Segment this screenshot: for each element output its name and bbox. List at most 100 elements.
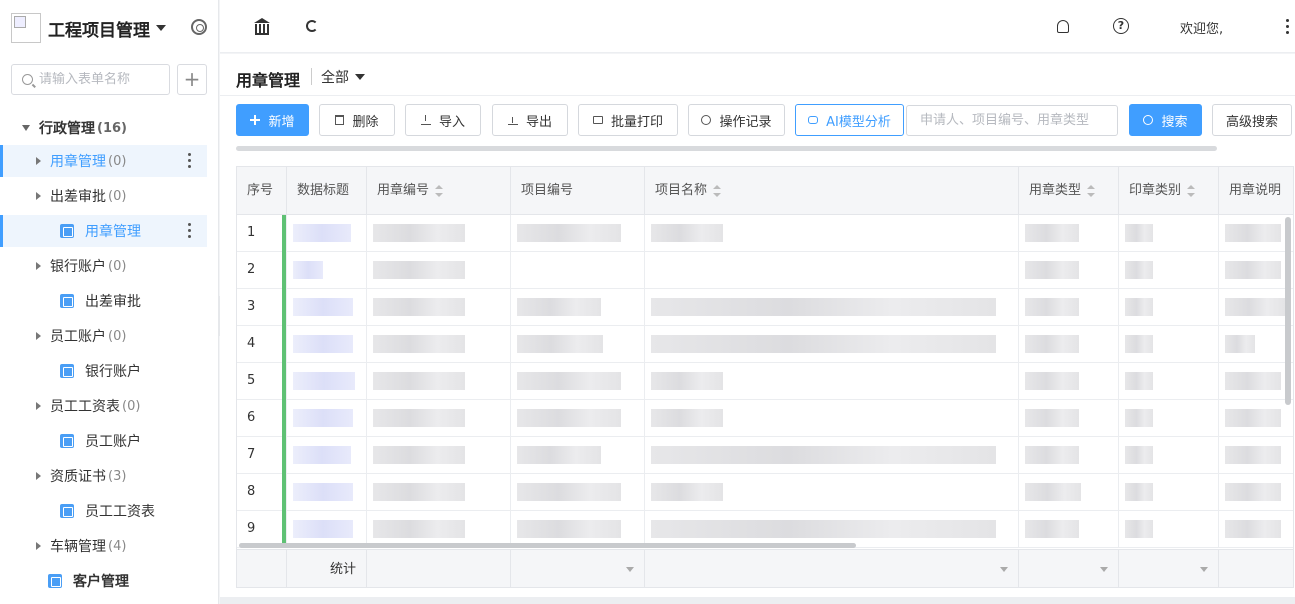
export-button[interactable]: 导出	[492, 104, 568, 136]
sort-icon[interactable]	[1187, 184, 1196, 197]
table-cell	[1019, 326, 1119, 362]
nav-form-seal[interactable]: 用章管理	[0, 215, 207, 247]
table-cell	[1219, 252, 1293, 288]
nav-group-count: (16)	[97, 120, 127, 136]
bell-icon[interactable]	[1057, 20, 1069, 33]
table-row[interactable]: 4	[237, 326, 1293, 363]
nav-folder-label: 出差审批	[50, 189, 106, 205]
footer-agg-select[interactable]	[511, 550, 645, 587]
table-cell	[645, 289, 1019, 325]
nav-folder-salary[interactable]: 员工工资表 (0)	[0, 390, 207, 422]
nav-folder-count: (3)	[108, 468, 127, 484]
col-header-description: 用章说明	[1219, 167, 1293, 215]
caret-down-icon	[22, 125, 30, 131]
row-seq-number: 1	[247, 225, 256, 240]
nav-folder-vehicle[interactable]: 车辆管理 (4)	[0, 530, 207, 562]
col-header-title: 数据标题	[287, 167, 367, 215]
add-form-button[interactable]: +	[177, 64, 207, 95]
robot-icon	[808, 116, 819, 124]
sort-icon[interactable]	[713, 184, 722, 197]
nav-folder-staff[interactable]: 员工账户 (0)	[0, 320, 207, 352]
table-cell	[645, 215, 1019, 251]
redacted-value	[1225, 483, 1281, 501]
table-row[interactable]: 1	[237, 215, 1293, 252]
welcome-text[interactable]: 欢迎您,	[1180, 18, 1223, 37]
form-icon	[60, 224, 74, 238]
table-vertical-scrollbar[interactable]	[1285, 217, 1291, 405]
batch-print-button[interactable]: 批量打印	[578, 104, 678, 136]
row-seq-number: 6	[247, 410, 256, 425]
table-row[interactable]: 3	[237, 289, 1293, 326]
nav-form-trip[interactable]: 出差审批	[0, 285, 207, 317]
refresh-icon[interactable]	[306, 20, 318, 32]
nav-form-staff[interactable]: 员工账户	[0, 425, 207, 457]
redacted-value	[293, 224, 351, 242]
table-cell	[645, 437, 1019, 473]
settings-icon[interactable]	[191, 19, 207, 35]
table-horizontal-scrollbar[interactable]	[239, 543, 856, 548]
footer-agg-select[interactable]	[1119, 550, 1219, 587]
nav-folder-seal[interactable]: 用章管理 (0)	[0, 145, 207, 177]
plus-icon	[250, 115, 261, 125]
col-header-seal-no[interactable]: 用章编号	[367, 167, 511, 215]
redacted-value	[651, 483, 723, 501]
nav-folder-trip[interactable]: 出差审批 (0)	[0, 180, 207, 212]
col-header-stamp-category[interactable]: 印章类别	[1119, 167, 1219, 215]
import-button-label: 导入	[438, 114, 465, 130]
table-row[interactable]: 7	[237, 437, 1293, 474]
footer-stat-text: 统计	[329, 562, 356, 577]
app-switcher[interactable]: 工程项目管理	[11, 13, 166, 43]
nav-group-admin[interactable]: 行政管理 (16)	[22, 118, 127, 138]
nav-form-salary[interactable]: 员工工资表	[0, 495, 207, 527]
search-button[interactable]: 搜索	[1129, 104, 1202, 136]
row-seq-cell: 8	[237, 474, 287, 510]
redacted-value	[517, 298, 601, 316]
col-header-seal-type[interactable]: 用章类型	[1019, 167, 1119, 215]
bank-icon[interactable]	[254, 18, 270, 35]
ai-analysis-button[interactable]: AI模型分析	[795, 104, 904, 136]
form-search-box	[11, 64, 170, 95]
op-log-button[interactable]: 操作记录	[688, 104, 785, 136]
sort-icon[interactable]	[1087, 184, 1096, 197]
nav-folder-label: 资质证书	[50, 469, 106, 485]
scope-dropdown[interactable]: 全部	[321, 67, 365, 87]
chevron-down-icon	[355, 74, 365, 80]
advanced-search-label: 高级搜索	[1225, 114, 1278, 130]
table-cell	[287, 363, 367, 399]
printer-icon	[592, 116, 603, 124]
nav-form-bank[interactable]: 银行账户	[0, 355, 207, 387]
nav-folder-cert[interactable]: 资质证书 (3)	[0, 460, 207, 492]
new-button[interactable]: 新增	[236, 104, 309, 136]
nav-form-customer[interactable]: 客户管理	[0, 565, 207, 597]
table-cell	[645, 511, 1019, 547]
trash-icon	[335, 115, 345, 125]
table-row[interactable]: 5	[237, 363, 1293, 400]
table-cell	[1119, 474, 1219, 510]
record-search-input[interactable]	[906, 105, 1118, 136]
nav-folder-bank[interactable]: 银行账户 (0)	[0, 250, 207, 282]
op-log-button-label: 操作记录	[719, 114, 772, 130]
advanced-search-button[interactable]: 高级搜索	[1212, 104, 1292, 136]
table-row[interactable]: 6	[237, 400, 1293, 437]
help-icon[interactable]: ?	[1113, 18, 1129, 34]
delete-button[interactable]: 删除	[319, 104, 395, 136]
sort-icon[interactable]	[435, 184, 444, 197]
table-cell	[367, 326, 511, 362]
table-row[interactable]: 2	[237, 252, 1293, 289]
more-vertical-icon[interactable]	[188, 153, 191, 169]
table-cell	[1219, 215, 1293, 251]
col-header-project-name[interactable]: 项目名称	[645, 167, 1019, 215]
more-vertical-icon[interactable]	[188, 223, 191, 239]
redacted-value	[651, 372, 723, 390]
redacted-value	[651, 446, 996, 464]
footer-agg-select[interactable]	[1019, 550, 1119, 587]
footer-agg-select[interactable]	[645, 550, 1019, 587]
form-search-input[interactable]	[39, 72, 164, 87]
more-vertical-icon[interactable]	[1286, 19, 1289, 37]
app-root: 工程项目管理 + 行政管理 (16) 用章管理 (0) 出差审批 (0) 用章管	[0, 0, 1295, 604]
toolbar-scrollbar[interactable]	[236, 146, 1217, 151]
row-status-bar	[282, 437, 286, 474]
table-row[interactable]: 8	[237, 474, 1293, 511]
import-button[interactable]: 导入	[405, 104, 481, 136]
row-seq-number: 2	[247, 262, 256, 277]
